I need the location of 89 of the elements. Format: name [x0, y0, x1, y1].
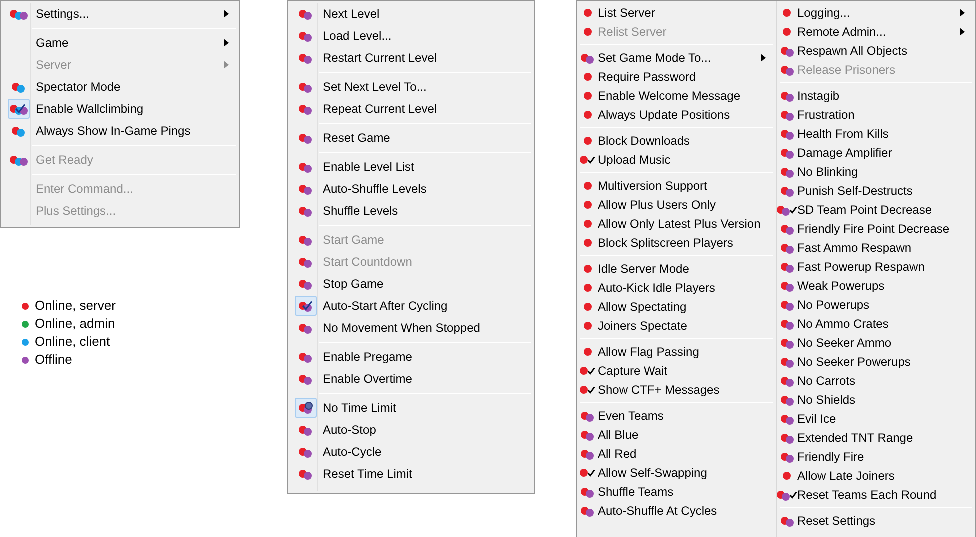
- checkmark-icon: [586, 468, 596, 476]
- menu-item[interactable]: Block Downloads: [577, 131, 776, 150]
- menu-item[interactable]: Enable Level List: [288, 156, 534, 178]
- menu-item[interactable]: Allow Plus Users Only: [577, 195, 776, 214]
- menu-item[interactable]: No Movement When Stopped: [288, 317, 534, 339]
- menu-item[interactable]: Load Level...: [288, 25, 534, 47]
- menu-item[interactable]: Reset Settings: [776, 511, 975, 530]
- submenu-arrow-icon: [960, 8, 965, 16]
- menu-item[interactable]: Game: [1, 32, 239, 54]
- menu-item[interactable]: No Blinking: [776, 162, 975, 181]
- menu-item[interactable]: Always Update Positions: [577, 105, 776, 124]
- menu-item[interactable]: Auto-Shuffle Levels: [288, 178, 534, 200]
- legend-label: Offline: [35, 351, 72, 370]
- menu-item[interactable]: Fast Ammo Respawn: [776, 238, 975, 257]
- menu-item[interactable]: Set Game Mode To...: [577, 48, 776, 67]
- menu-item[interactable]: Multiversion Support: [577, 176, 776, 195]
- menu-item[interactable]: Reset Teams Each Round: [776, 485, 975, 504]
- menu-item[interactable]: No Seeker Powerups: [776, 352, 975, 371]
- menu-item[interactable]: Allow Flag Passing: [577, 342, 776, 361]
- checkmark-icon: [788, 206, 798, 214]
- menu-item[interactable]: Friendly Fire Point Decrease: [776, 219, 975, 238]
- menu-item[interactable]: Frustration: [776, 105, 975, 124]
- menu-item[interactable]: Restart Current Level: [288, 47, 534, 69]
- submenu-arrow-icon: [960, 28, 965, 36]
- menu-item[interactable]: Auto-Stop: [288, 419, 534, 441]
- menu-item[interactable]: Health From Kills: [776, 124, 975, 143]
- menu-item[interactable]: Upload Music: [577, 150, 776, 169]
- menu-item[interactable]: Friendly Fire: [776, 447, 975, 466]
- menu-item[interactable]: No Ammo Crates: [776, 314, 975, 333]
- menu-item[interactable]: Auto-Start After Cycling: [288, 295, 534, 317]
- menu-item[interactable]: Reset Time Limit: [288, 463, 534, 485]
- checkmark-icon: [586, 386, 596, 394]
- checkmark-icon: [586, 156, 596, 164]
- menu-item[interactable]: Fast Powerup Respawn: [776, 257, 975, 276]
- menu-item[interactable]: No Seeker Ammo: [776, 333, 975, 352]
- menu-item[interactable]: All Blue: [577, 425, 776, 444]
- menu-item[interactable]: Repeat Current Level: [288, 98, 534, 120]
- submenu-arrow-icon: [224, 10, 229, 18]
- checkmark-icon: [586, 366, 596, 374]
- menu-item[interactable]: Evil Ice: [776, 409, 975, 428]
- menu-item[interactable]: Require Password: [577, 67, 776, 86]
- menu-item[interactable]: Enable Pregame: [288, 346, 534, 368]
- menu-item[interactable]: Extended TNT Range: [776, 428, 975, 447]
- menu-item[interactable]: Allow Spectating: [577, 297, 776, 316]
- legend-label: Online, server: [35, 297, 116, 316]
- menu-item[interactable]: Shuffle Levels: [288, 200, 534, 222]
- menu-item[interactable]: All Red: [577, 444, 776, 463]
- menu-item[interactable]: Punish Self-Destructs: [776, 181, 975, 200]
- menu-item[interactable]: No Carrots: [776, 371, 975, 390]
- menu-item[interactable]: Allow Late Joiners: [776, 466, 975, 485]
- menu-item[interactable]: Allow Self-Swapping: [577, 463, 776, 482]
- menu-item[interactable]: Instagib: [776, 86, 975, 105]
- menu-item[interactable]: Auto-Kick Idle Players: [577, 278, 776, 297]
- submenu-arrow-icon: [224, 39, 229, 47]
- checkmark-icon: [302, 300, 312, 311]
- menu-item[interactable]: Reset Game: [288, 127, 534, 149]
- menu-item[interactable]: Auto-Shuffle At Cycles: [577, 501, 776, 520]
- menu-item[interactable]: Show CTF+ Messages: [577, 380, 776, 399]
- menu-item[interactable]: Damage Amplifier: [776, 143, 975, 162]
- menu-item[interactable]: Even Teams: [577, 406, 776, 425]
- submenu-arrow-icon: [760, 54, 766, 62]
- menu-item[interactable]: Set Next Level To...: [288, 76, 534, 98]
- legend-label: Online, admin: [35, 315, 116, 334]
- menu-item[interactable]: Joiners Spectate: [577, 316, 776, 335]
- menu-item[interactable]: Idle Server Mode: [577, 259, 776, 278]
- menu-item[interactable]: Allow Only Latest Plus Version: [577, 214, 776, 233]
- menu-item[interactable]: No Time Limit: [288, 397, 534, 419]
- menu-item[interactable]: Enable Welcome Message: [577, 86, 776, 105]
- menu-item[interactable]: Auto-Cycle: [288, 441, 534, 463]
- menu-item[interactable]: Respawn All Objects: [776, 41, 975, 60]
- submenu-arrow-icon: [224, 61, 229, 69]
- menu-item[interactable]: Shuffle Teams: [577, 482, 776, 501]
- menu-item[interactable]: Capture Wait: [577, 361, 776, 380]
- menu-item[interactable]: Stop Game: [288, 273, 534, 295]
- menu-item[interactable]: Settings...: [1, 3, 239, 25]
- legend-label: Online, client: [35, 333, 110, 352]
- menu-item[interactable]: No Powerups: [776, 295, 975, 314]
- menu-item[interactable]: SD Team Point Decrease: [776, 200, 975, 219]
- menu-item[interactable]: Spectator Mode: [1, 76, 239, 98]
- menu-item[interactable]: Next Level: [288, 3, 534, 25]
- menu-item[interactable]: Logging...: [776, 3, 975, 22]
- menu-item[interactable]: Enable Overtime: [288, 368, 534, 390]
- checkmark-icon: [788, 490, 798, 498]
- menu-item[interactable]: Always Show In-Game Pings: [1, 120, 239, 142]
- menu-item[interactable]: No Shields: [776, 390, 975, 409]
- menu-item[interactable]: Weak Powerups: [776, 276, 975, 295]
- menu-item[interactable]: Remote Admin...: [776, 22, 975, 41]
- menu-item[interactable]: List Server: [577, 3, 776, 22]
- menu-item[interactable]: Block Splitscreen Players: [577, 233, 776, 252]
